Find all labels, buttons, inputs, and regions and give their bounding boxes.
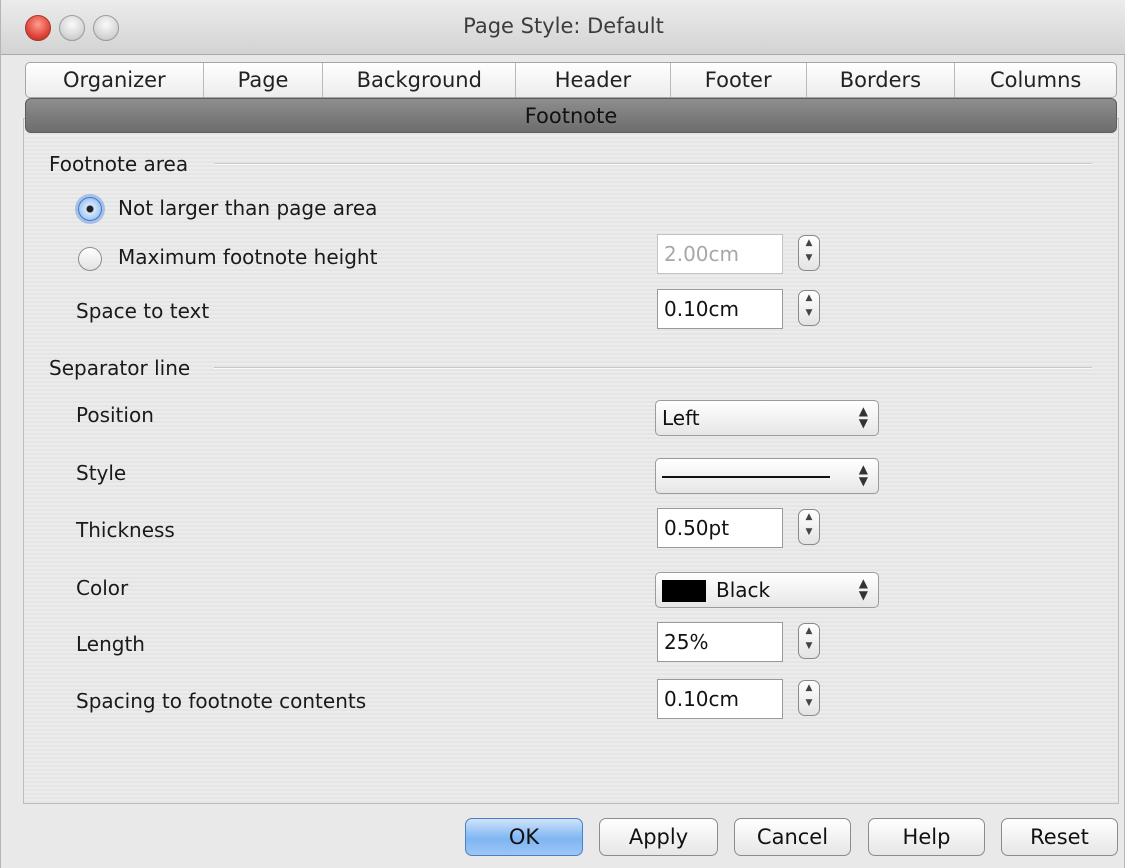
chevron-updown-icon: ▲ ▼	[858, 576, 868, 602]
color-label: Color	[76, 576, 129, 600]
style-select[interactable]: ▲ ▼	[655, 458, 879, 494]
reset-button[interactable]: Reset	[1001, 818, 1118, 856]
position-label: Position	[76, 403, 154, 427]
thickness-field[interactable]: 0.50pt	[657, 508, 783, 548]
style-label: Style	[76, 461, 127, 485]
length-label: Length	[76, 632, 145, 656]
spacing-field[interactable]: 0.10cm	[657, 679, 783, 719]
tab-columns[interactable]: Columns	[955, 63, 1116, 97]
line-style-preview	[662, 476, 830, 478]
stepper-icon[interactable]: ▲ ▼	[798, 509, 820, 545]
tab-borders[interactable]: Borders	[807, 63, 956, 97]
length-field[interactable]: 25%	[657, 622, 783, 662]
thickness-label: Thickness	[76, 518, 175, 542]
color-swatch	[662, 580, 706, 602]
max-height-radio[interactable]	[78, 247, 102, 271]
stepper-icon[interactable]: ▲ ▼	[798, 235, 820, 271]
color-select[interactable]: Black ▲ ▼	[655, 572, 879, 608]
tab-header[interactable]: Header	[516, 63, 671, 97]
stepper-icon[interactable]: ▲ ▼	[798, 623, 820, 659]
ok-button[interactable]: OK	[465, 818, 583, 856]
chevron-updown-icon: ▲ ▼	[858, 404, 868, 430]
section-divider	[214, 367, 1092, 369]
dialog-window: Page Style: Default Organizer Page Backg…	[0, 0, 1125, 868]
space-to-text-label: Space to text	[76, 299, 210, 323]
space-to-text-field[interactable]: 0.10cm	[657, 289, 783, 329]
tab-bar: Organizer Page Background Header Footer …	[25, 62, 1117, 98]
tab-footer[interactable]: Footer	[671, 63, 807, 97]
max-height-label[interactable]: Maximum footnote height	[118, 245, 377, 269]
position-select[interactable]: Left ▲ ▼	[655, 400, 879, 436]
title-bar[interactable]: Page Style: Default	[1, 0, 1125, 55]
tab-organizer[interactable]: Organizer	[26, 63, 204, 97]
tab-background[interactable]: Background	[323, 63, 517, 97]
section-divider	[214, 163, 1092, 165]
help-button[interactable]: Help	[868, 818, 985, 856]
cancel-button[interactable]: Cancel	[734, 818, 851, 856]
separator-line-heading: Separator line	[49, 356, 191, 380]
apply-button[interactable]: Apply	[599, 818, 718, 856]
tab-page[interactable]: Page	[204, 63, 324, 97]
footnote-area-heading: Footnote area	[49, 152, 189, 176]
tab-footnote[interactable]: Footnote	[25, 98, 1117, 133]
stepper-icon[interactable]: ▲ ▼	[798, 290, 820, 326]
position-value: Left	[662, 406, 700, 430]
max-height-field[interactable]: 2.00cm	[657, 234, 783, 274]
window-title: Page Style: Default	[463, 14, 664, 38]
stepper-icon[interactable]: ▲ ▼	[798, 680, 820, 716]
not-larger-label[interactable]: Not larger than page area	[118, 196, 377, 220]
chevron-updown-icon: ▲ ▼	[858, 462, 868, 488]
not-larger-radio[interactable]	[78, 197, 102, 221]
color-value: Black	[716, 578, 771, 602]
spacing-label: Spacing to footnote contents	[76, 689, 367, 713]
